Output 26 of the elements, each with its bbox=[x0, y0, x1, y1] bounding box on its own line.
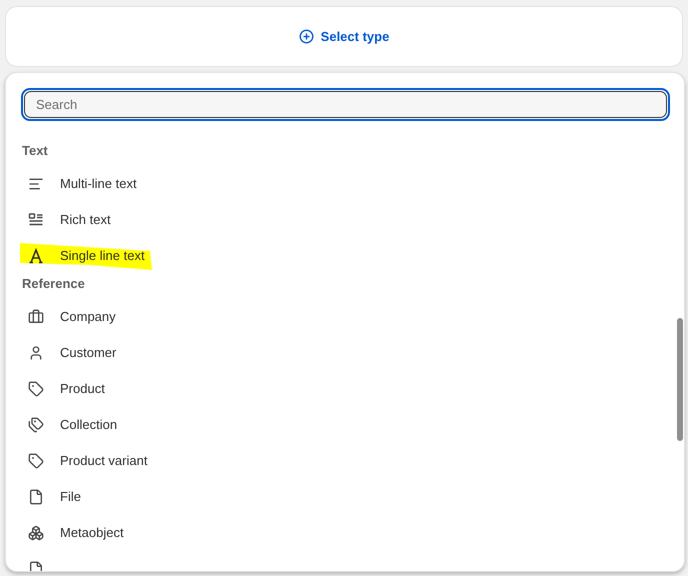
serif-letter-icon bbox=[28, 248, 44, 264]
type-option[interactable]: Product bbox=[22, 375, 113, 403]
type-option[interactable]: Customer bbox=[22, 339, 124, 367]
file-icon bbox=[28, 489, 44, 505]
type-option[interactable]: Rich text bbox=[22, 206, 119, 234]
tags-icon bbox=[28, 417, 44, 433]
section-heading: Text bbox=[22, 142, 48, 159]
briefcase-icon bbox=[28, 309, 44, 325]
type-option[interactable]: Company bbox=[22, 303, 124, 331]
tag-icon bbox=[28, 453, 44, 469]
scrollbar-thumb[interactable] bbox=[677, 318, 683, 441]
type-option[interactable]: Multi-line text bbox=[22, 170, 145, 198]
type-option[interactable]: Collection bbox=[22, 411, 126, 439]
rich-text-icon bbox=[28, 212, 44, 228]
person-icon bbox=[28, 345, 44, 361]
type-option[interactable]: File bbox=[22, 483, 89, 511]
type-option[interactable]: Product variant bbox=[22, 447, 156, 475]
tag-icon bbox=[28, 381, 44, 397]
type-option[interactable]: Metaobject bbox=[22, 519, 132, 547]
align-left-icon bbox=[28, 176, 44, 192]
select-type-button[interactable]: Select type bbox=[298, 26, 390, 46]
section-heading: Reference bbox=[22, 275, 85, 292]
plus-circle-icon bbox=[298, 29, 314, 44]
type-option[interactable]: Single line text bbox=[22, 242, 153, 270]
search-field[interactable]: Search bbox=[21, 88, 670, 121]
blocks-icon bbox=[28, 525, 44, 541]
